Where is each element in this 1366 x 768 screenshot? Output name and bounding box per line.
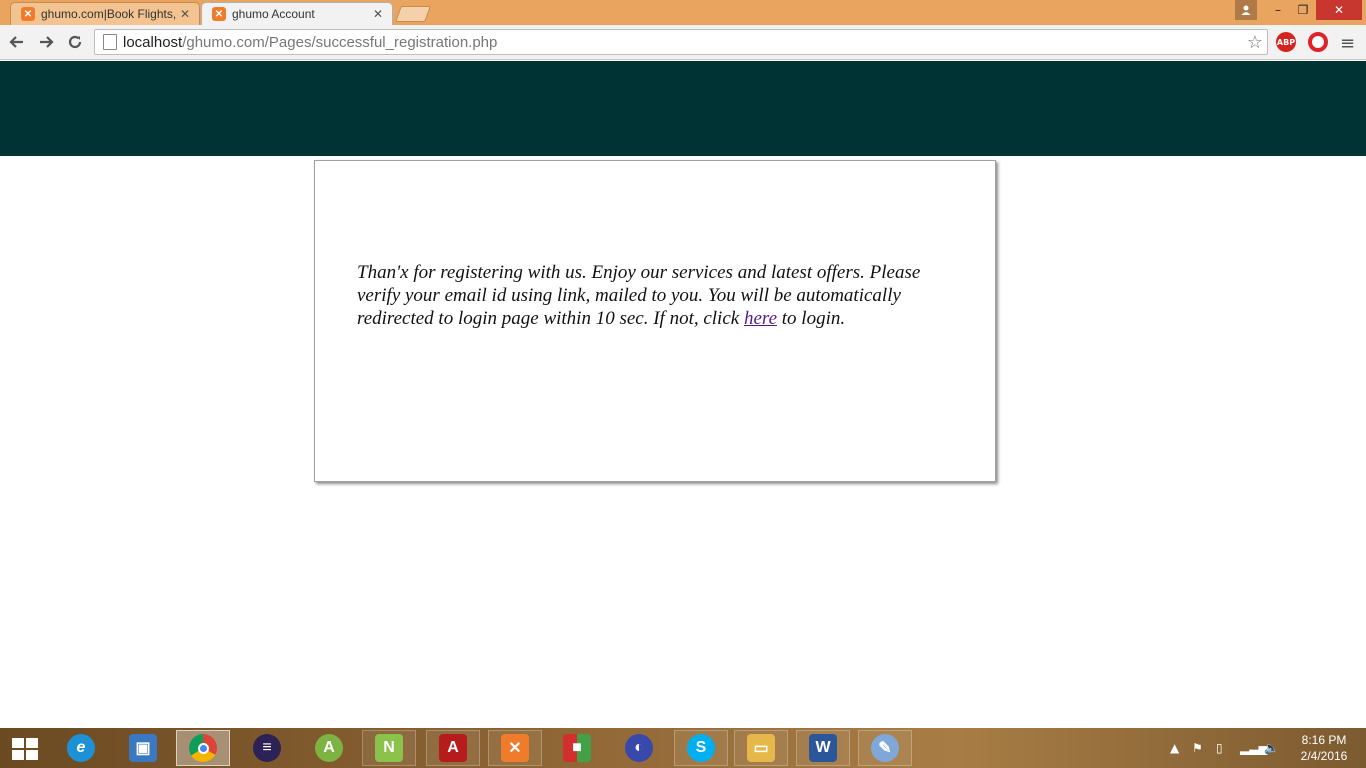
forward-arrow-icon[interactable] (35, 31, 57, 53)
reload-icon[interactable] (64, 31, 86, 53)
opera-extension-icon[interactable] (1308, 32, 1328, 52)
chrome-menu-icon[interactable]: ≡ (1340, 33, 1355, 54)
taskbar-internet-explorer[interactable]: e (54, 730, 108, 766)
browser-toolbar: localhost /ghumo.com/Pages/successful_re… (0, 25, 1366, 60)
taskbar-chrome[interactable] (176, 730, 230, 766)
xampp-favicon-icon: ✕ (21, 7, 35, 21)
taskbar-adobe-reader[interactable]: A (426, 730, 480, 766)
android-studio-icon: A (315, 734, 343, 762)
taskbar-word[interactable]: W (796, 730, 850, 766)
taskbar-clock[interactable]: 8:16 PM 2/4/2016 (1290, 732, 1358, 764)
message-text-end: to login. (777, 308, 846, 329)
bookmark-star-icon[interactable]: ☆ (1247, 32, 1263, 53)
adobe-reader-icon: A (439, 734, 467, 762)
login-here-link[interactable]: here (744, 308, 777, 329)
registration-message-card: Than'x for registering with us. Enjoy ou… (314, 160, 996, 482)
volume-icon[interactable]: 🔈 (1264, 728, 1279, 768)
clock-time: 8:16 PM (1301, 733, 1347, 747)
word-icon: W (809, 734, 837, 762)
tab-title: ghumo.com|Book Flights, (41, 7, 177, 21)
browser-titlebar: ✕ ghumo.com|Book Flights, ✕ ✕ ghumo Acco… (0, 0, 1366, 25)
tab-title: ghumo Account (232, 7, 315, 21)
xampp-icon: ✕ (501, 734, 529, 762)
url-host: localhost (123, 33, 183, 51)
media-player-icon: ◐ (625, 734, 653, 762)
taskbar-skype[interactable]: S (674, 730, 728, 766)
registration-message: Than'x for registering with us. Enjoy ou… (357, 261, 967, 330)
taskbar-eclipse[interactable]: ≡ (240, 730, 294, 766)
page-icon (103, 34, 117, 50)
taskbar-this-pc[interactable]: ▣ (116, 730, 170, 766)
eclipse-icon: ≡ (253, 734, 281, 762)
adblock-plus-icon[interactable]: ABP (1276, 32, 1296, 52)
xampp-favicon-icon: ✕ (212, 7, 226, 21)
taskbar-file-explorer[interactable]: ▭ (734, 730, 788, 766)
action-center-flag-icon[interactable]: ⚑ (1192, 728, 1203, 768)
skype-icon: S (687, 734, 715, 762)
chrome-icon (189, 734, 217, 762)
user-profile-icon[interactable] (1235, 0, 1257, 20)
taskbar-xampp[interactable]: ✕ (488, 730, 542, 766)
computer-icon: ▣ (129, 734, 157, 762)
tab-close-icon[interactable]: ✕ (370, 7, 386, 21)
windows-start-icon[interactable] (12, 738, 38, 760)
close-window-button[interactable]: ✕ (1316, 0, 1362, 20)
minimize-button[interactable]: – (1266, 0, 1290, 20)
colorful-squares-icon: ■ (563, 734, 591, 762)
restore-button[interactable]: ❐ (1291, 0, 1315, 20)
show-hidden-icons-icon[interactable]: ▲ (1170, 728, 1179, 768)
tab-ghumo-account[interactable]: ✕ ghumo Account ✕ (201, 2, 393, 25)
taskbar-media-app[interactable]: ◐ (612, 730, 666, 766)
windows-taskbar: e ▣ ≡ A N A ✕ ■ ◐ S ▭ W ✎ ▲ ⚑ ▯ ▂▃▅ 🔈 8:… (0, 728, 1366, 768)
taskbar-android-studio[interactable]: A (302, 730, 356, 766)
back-arrow-icon[interactable] (6, 31, 28, 53)
clock-date: 2/4/2016 (1300, 749, 1348, 763)
site-header (0, 61, 1366, 156)
address-bar[interactable]: localhost /ghumo.com/Pages/successful_re… (94, 29, 1268, 55)
tab-close-icon[interactable]: ✕ (177, 7, 193, 21)
folder-icon: ▭ (747, 734, 775, 762)
notepad-plus-plus-icon: N (375, 734, 403, 762)
taskbar-paint[interactable]: ✎ (858, 730, 912, 766)
internet-explorer-icon: e (67, 734, 95, 762)
paint-palette-icon: ✎ (871, 734, 899, 762)
url-path: /ghumo.com/Pages/successful_registration… (182, 33, 498, 51)
new-tab-button[interactable] (395, 6, 431, 22)
power-icon[interactable]: ▯ (1216, 728, 1223, 768)
taskbar-notepad-plus-plus[interactable]: N (362, 730, 416, 766)
tab-ghumo-book-flights[interactable]: ✕ ghumo.com|Book Flights, ✕ (10, 2, 200, 25)
taskbar-colorful-app[interactable]: ■ (550, 730, 604, 766)
